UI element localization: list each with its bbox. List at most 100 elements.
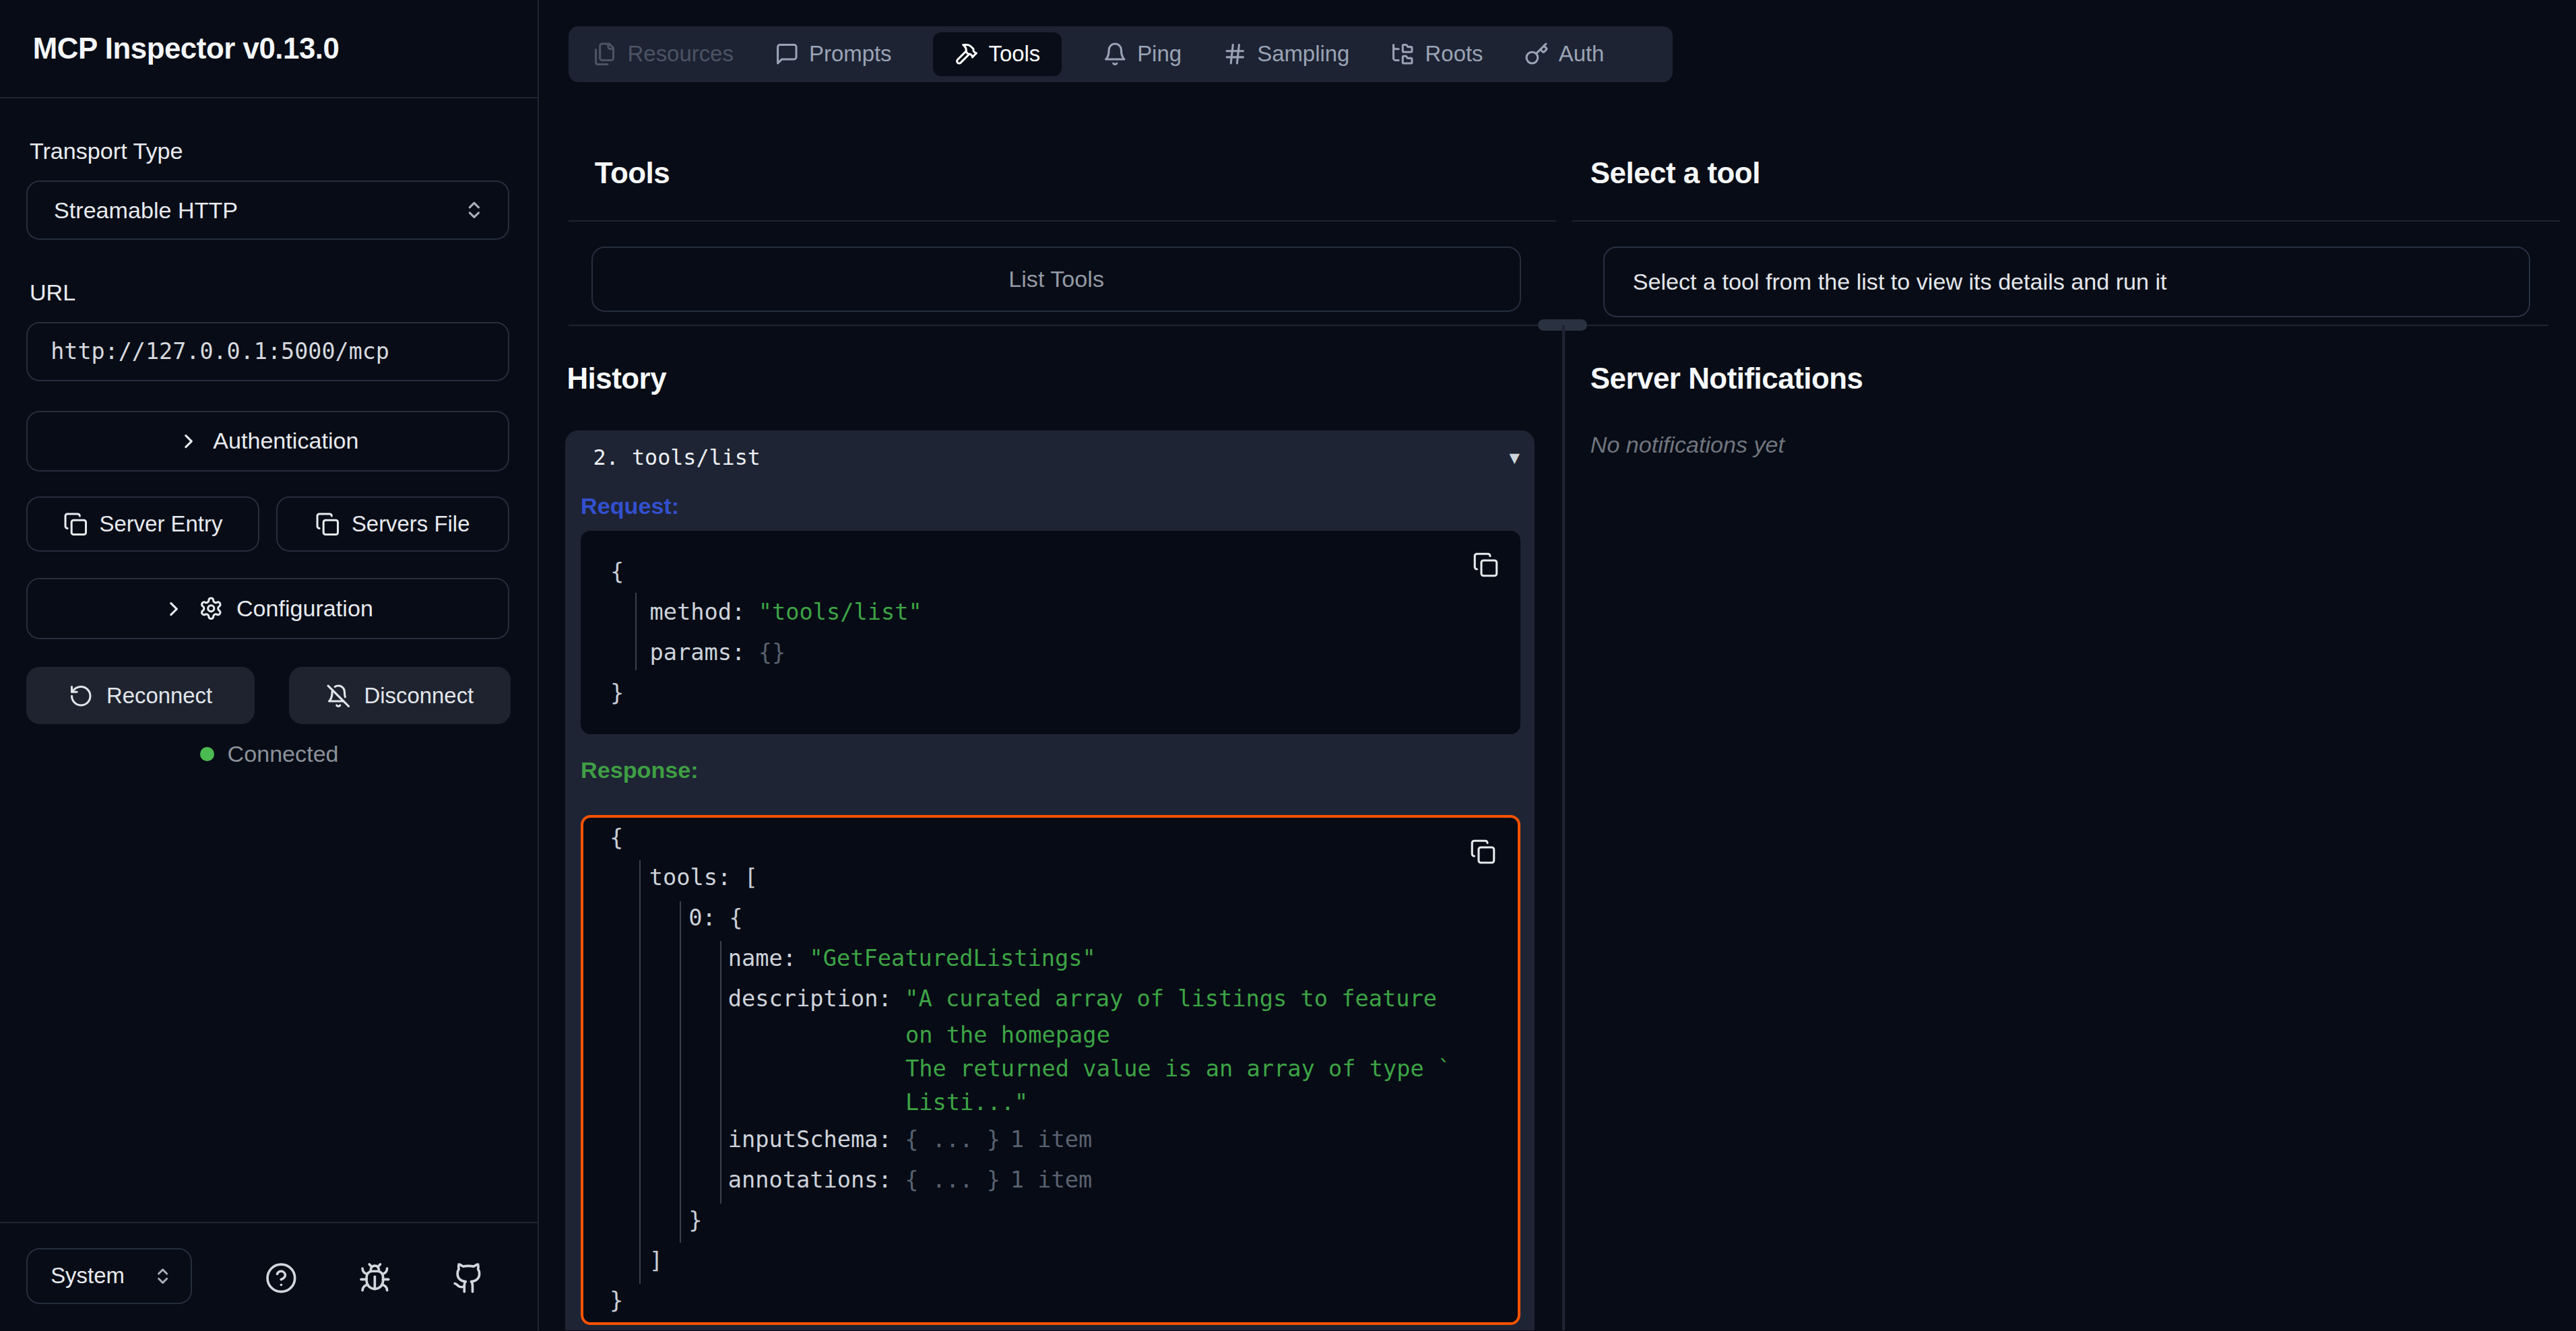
copy-icon [1473, 552, 1499, 578]
authentication-label: Authentication [213, 428, 358, 454]
connection-buttons-row: Reconnect Disconnect [26, 667, 511, 724]
code-key: description: [728, 985, 892, 1012]
tab-roots[interactable]: Roots [1390, 41, 1483, 67]
servers-file-button[interactable]: Servers File [276, 496, 509, 552]
sidebar: MCP Inspector v0.13.0 Transport Type Str… [0, 0, 539, 1330]
hammer-icon [954, 42, 979, 67]
history-entry-card: 2. tools/list ▼ Request: { method:"tools… [565, 430, 1535, 1330]
transport-type-select[interactable]: Streamable HTTP [26, 181, 509, 240]
theme-select[interactable]: System [26, 1248, 192, 1304]
collapse-caret-icon[interactable]: ▼ [1509, 447, 1519, 467]
code-value: "A curated array of listings to feature [905, 985, 1437, 1012]
tool-placeholder-box: Select a tool from the list to view its … [1603, 247, 2530, 317]
help-button[interactable] [265, 1262, 298, 1295]
code-key: tools: [649, 864, 732, 890]
code-line: } [610, 680, 624, 706]
url-input[interactable]: http://127.0.0.1:5000/mcp [26, 322, 509, 381]
url-label: URL [30, 280, 75, 306]
code-value: { ... } [905, 1126, 1000, 1153]
reconnect-button[interactable]: Reconnect [26, 667, 255, 724]
tool-details-divider [1572, 220, 2560, 222]
transport-type-label: Transport Type [30, 138, 183, 164]
tab-resources[interactable]: Resources [593, 41, 734, 67]
key-icon [1524, 42, 1549, 67]
request-code-block: { method:"tools/list" params:{} } [581, 531, 1520, 734]
code-value: Listi..." [905, 1089, 1028, 1115]
tab-auth-label: Auth [1559, 41, 1605, 67]
indent-guide [635, 593, 637, 670]
chevrons-up-down-icon [463, 199, 485, 221]
tab-sampling[interactable]: Sampling [1223, 41, 1349, 67]
tool-placeholder-text: Select a tool from the list to view its … [1633, 269, 2167, 295]
code-key: inputSchema: [728, 1126, 892, 1153]
tab-ping-label: Ping [1137, 41, 1182, 67]
code-value: {} [759, 639, 786, 666]
history-entry-header[interactable]: 2. tools/list ▼ [593, 445, 1520, 469]
copy-response-button[interactable] [1470, 839, 1496, 865]
notifications-heading: Server Notifications [1590, 362, 1863, 395]
code-key: params: [650, 639, 746, 666]
history-entry-index: 2. [593, 445, 618, 469]
tab-ping[interactable]: Ping [1103, 41, 1182, 67]
authentication-button[interactable]: Authentication [26, 411, 509, 472]
reconnect-label: Reconnect [106, 683, 212, 709]
code-value: on the homepage [905, 1022, 1110, 1048]
app-title: MCP Inspector v0.13.0 [33, 32, 340, 65]
code-punct: { [729, 905, 742, 931]
code-value: "tools/list" [759, 599, 922, 625]
tab-prompts[interactable]: Prompts [775, 41, 892, 67]
tab-resources-label: Resources [628, 41, 734, 67]
tools-pane-divider [569, 220, 1556, 222]
indent-guide [639, 860, 641, 1284]
server-entry-label: Server Entry [100, 511, 223, 537]
folder-tree-icon [1390, 42, 1415, 67]
tab-prompts-label: Prompts [809, 41, 892, 67]
bug-icon [358, 1262, 391, 1295]
help-circle-icon [265, 1262, 298, 1295]
main-nav: Resources Prompts Tools Ping Sampling Ro… [569, 26, 1673, 82]
transport-type-value: Streamable HTTP [54, 197, 238, 224]
chevron-right-icon [162, 597, 185, 620]
history-entry-method: tools/list [632, 445, 761, 469]
code-count: 1 item [1010, 1126, 1093, 1153]
bell-off-icon [326, 684, 351, 709]
disconnect-button[interactable]: Disconnect [289, 667, 511, 724]
code-value: The returned value is an array of type ` [905, 1056, 1451, 1082]
disconnect-label: Disconnect [364, 683, 474, 709]
github-button[interactable] [452, 1262, 485, 1295]
gear-icon [199, 596, 224, 621]
code-punct: [ [744, 864, 758, 890]
copy-icon [63, 512, 88, 537]
tab-roots-label: Roots [1425, 41, 1483, 67]
code-line: { [610, 824, 623, 851]
code-line: { [610, 558, 624, 585]
connected-dot-icon [200, 747, 214, 761]
configuration-label: Configuration [236, 595, 373, 622]
tab-sampling-label: Sampling [1257, 41, 1349, 67]
chevrons-up-down-icon [153, 1266, 172, 1286]
code-key: 0: [688, 905, 716, 931]
servers-file-label: Servers File [352, 511, 470, 537]
code-line: } [610, 1287, 623, 1313]
tab-tools[interactable]: Tools [933, 32, 1062, 77]
copy-request-button[interactable] [1473, 552, 1499, 578]
configuration-button[interactable]: Configuration [26, 578, 509, 639]
response-label: Response: [581, 757, 698, 783]
panel-vertical-divider [1562, 325, 1565, 1331]
tools-pane-heading: Tools [595, 156, 670, 190]
bell-icon [1103, 42, 1128, 67]
list-tools-label: List Tools [1008, 266, 1104, 292]
list-tools-button[interactable]: List Tools [591, 247, 1521, 313]
tab-auth[interactable]: Auth [1524, 41, 1605, 67]
code-value: { ... } [905, 1167, 1000, 1193]
rotate-ccw-icon [69, 684, 94, 709]
chevron-right-icon [177, 430, 200, 453]
files-icon [593, 42, 618, 67]
hash-icon [1223, 42, 1248, 67]
debug-button[interactable] [358, 1262, 391, 1295]
code-key: annotations: [728, 1167, 892, 1193]
code-key: name: [728, 945, 796, 971]
server-entry-button[interactable]: Server Entry [26, 496, 259, 552]
code-punct: } [688, 1207, 702, 1233]
indent-guide [680, 901, 681, 1243]
